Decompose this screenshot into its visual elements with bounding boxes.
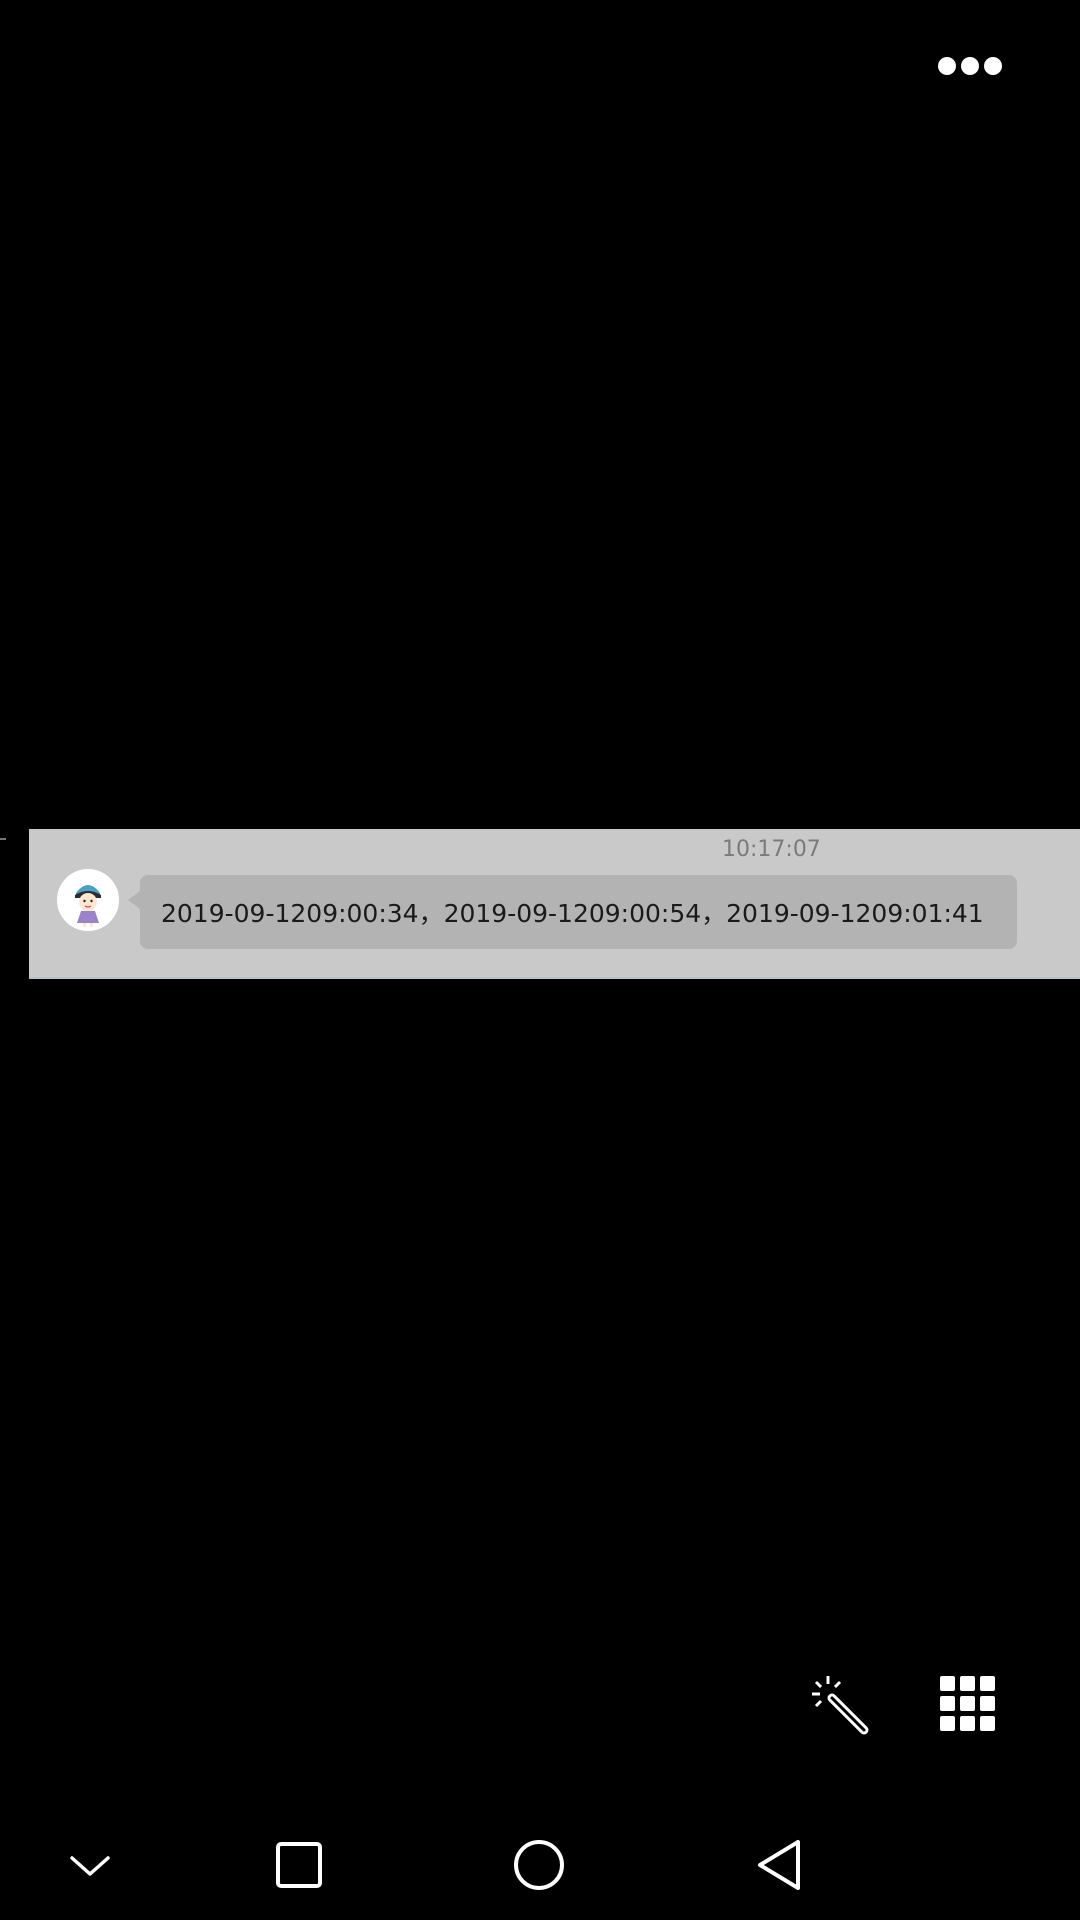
magic-wand-icon [812,1676,869,1735]
more-horizontal-icon [938,57,1002,75]
message-timestamp: 10:17:07 [722,837,821,862]
circle-icon [514,1840,564,1890]
edge-mark [0,838,6,840]
square-icon [276,1842,322,1888]
triangle-back-icon [758,1840,800,1890]
chevron-down-icon [70,1856,110,1876]
bubble-tail [128,891,140,909]
avatar [57,869,119,931]
nav-hide-button[interactable] [45,1830,135,1900]
grid-icon [940,1676,995,1731]
more-options-button[interactable] [930,46,1010,86]
message-bubble: 2019-09-1209:00:34，2019-09-1209:00:54，20… [140,875,1017,949]
grid-menu-button[interactable] [928,1664,1008,1744]
nav-back-button[interactable] [734,1830,824,1900]
nav-recents-button[interactable] [254,1830,344,1900]
image-viewer-screen: 10:17:07 2019-09-1209:00:34，2019-09-1209… [0,0,1080,1920]
message-text: 2019-09-1209:00:34，2019-09-1209:00:54，20… [161,899,984,928]
displayed-image: 10:17:07 2019-09-1209:00:34，2019-09-1209… [29,829,1080,979]
magic-edit-button[interactable] [798,1664,878,1744]
nav-home-button[interactable] [494,1830,584,1900]
cartoon-girl-avatar-icon [57,869,119,931]
